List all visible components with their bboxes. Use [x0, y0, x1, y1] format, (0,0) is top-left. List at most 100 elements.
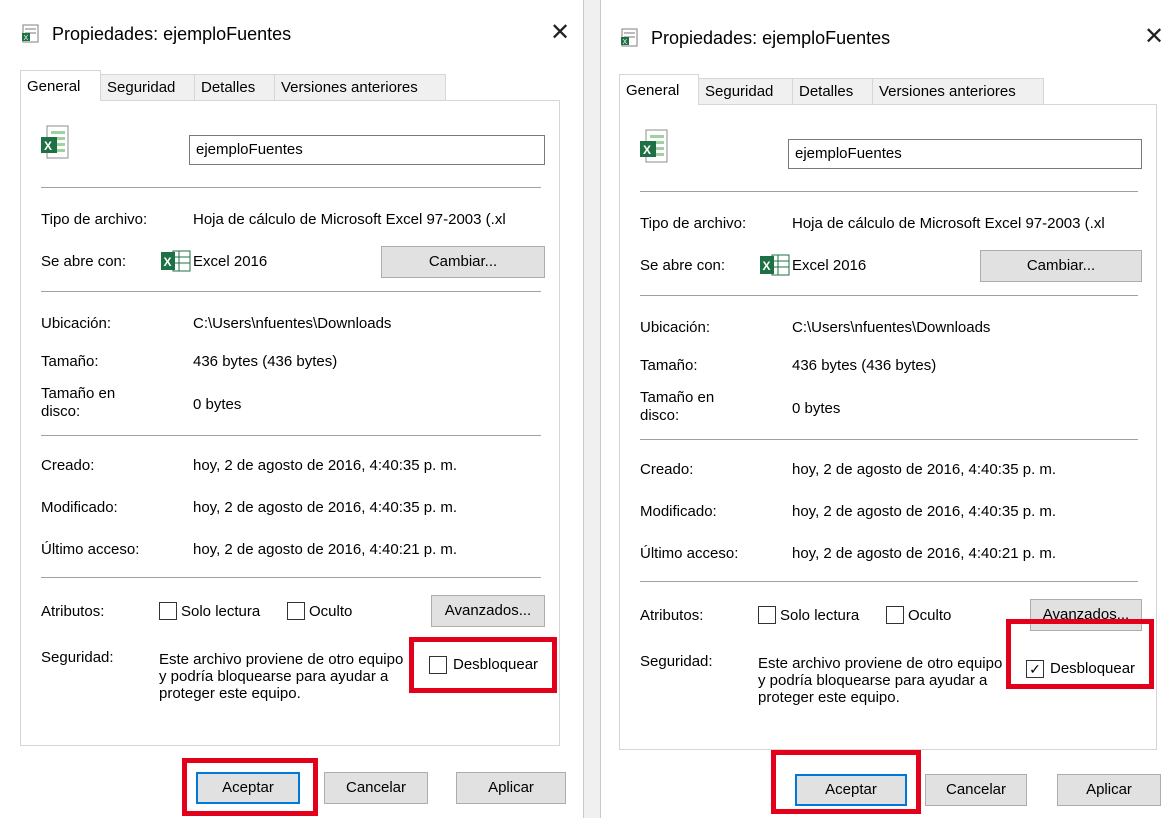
- svg-text:X: X: [44, 139, 52, 153]
- created-label: Creado:: [41, 457, 95, 474]
- highlight-box-ok: [182, 758, 318, 816]
- size-value: 436 bytes (436 bytes): [193, 353, 338, 370]
- tab-general[interactable]: General: [20, 70, 101, 101]
- file-type-value: Hoja de cálculo de Microsoft Excel 97-20…: [792, 215, 1105, 232]
- svg-text:X: X: [623, 39, 628, 46]
- svg-text:X: X: [643, 143, 651, 157]
- last-access-value: hoy, 2 de agosto de 2016, 4:40:21 p. m.: [792, 545, 1057, 562]
- created-label: Creado:: [640, 461, 694, 478]
- readonly-label: Solo lectura: [780, 607, 860, 624]
- modified-label: Modificado:: [640, 503, 717, 520]
- filename-input[interactable]: ejemploFuentes: [788, 139, 1142, 169]
- general-panel: X ejemploFuentes Tipo de archivo: Hoja d…: [20, 100, 560, 746]
- modified-label: Modificado:: [41, 499, 118, 516]
- separator: [41, 291, 541, 292]
- tab-previous-versions[interactable]: Versiones anteriores: [872, 78, 1044, 104]
- apply-button[interactable]: Aplicar: [1057, 774, 1161, 806]
- created-value: hoy, 2 de agosto de 2016, 4:40:35 p. m.: [193, 457, 458, 474]
- security-warning-text: Este archivo proviene de otro equipo y p…: [758, 655, 1003, 706]
- readonly-label: Solo lectura: [181, 603, 261, 620]
- separator: [41, 187, 541, 188]
- size-label: Tamaño:: [640, 357, 698, 374]
- close-icon[interactable]: ✕: [545, 18, 575, 48]
- opens-with-label: Se abre con:: [640, 257, 726, 274]
- size-value: 436 bytes (436 bytes): [792, 357, 937, 374]
- tab-strip: General Seguridad Detalles Versiones ant…: [619, 74, 1157, 105]
- excel-document-icon: X: [640, 129, 668, 163]
- opens-with-value: Excel 2016: [193, 253, 268, 270]
- svg-text:X: X: [24, 35, 29, 42]
- attributes-label: Atributos:: [41, 603, 105, 620]
- highlight-box-unblock: [1006, 619, 1154, 689]
- svg-text:X: X: [164, 255, 172, 269]
- title-bar: X Propiedades: ejemploFuentes ✕: [0, 0, 583, 60]
- size-on-disk-label-line2: disco:: [41, 403, 81, 420]
- location-label: Ubicación:: [640, 319, 711, 336]
- file-type-value: Hoja de cálculo de Microsoft Excel 97-20…: [193, 211, 506, 228]
- apply-button[interactable]: Aplicar: [456, 772, 566, 804]
- close-icon[interactable]: ✕: [1139, 22, 1169, 52]
- readonly-checkbox[interactable]: [758, 606, 776, 624]
- last-access-value: hoy, 2 de agosto de 2016, 4:40:21 p. m.: [193, 541, 458, 558]
- modified-value: hoy, 2 de agosto de 2016, 4:40:35 p. m.: [792, 503, 1057, 520]
- opens-with-label: Se abre con:: [41, 253, 127, 270]
- file-type-label: Tipo de archivo:: [41, 211, 148, 228]
- last-access-label: Último acceso:: [41, 541, 140, 558]
- size-label: Tamaño:: [41, 353, 99, 370]
- security-label: Seguridad:: [41, 649, 114, 666]
- filename-input[interactable]: ejemploFuentes: [189, 135, 545, 165]
- excel-document-icon: X: [621, 28, 638, 47]
- hidden-checkbox[interactable]: [287, 602, 305, 620]
- window-title: Propiedades: ejemploFuentes: [52, 24, 292, 44]
- tab-previous-versions[interactable]: Versiones anteriores: [274, 74, 446, 100]
- properties-dialog-before: X Propiedades: ejemploFuentes ✕ General …: [0, 0, 584, 818]
- change-button[interactable]: Cambiar...: [980, 250, 1142, 282]
- location-value: C:\Users\nfuentes\Downloads: [792, 319, 991, 336]
- separator: [41, 577, 541, 578]
- tab-details[interactable]: Detalles: [792, 78, 873, 104]
- hidden-label: Oculto: [309, 603, 353, 620]
- desktop-gap: [584, 0, 600, 818]
- readonly-checkbox[interactable]: [159, 602, 177, 620]
- attributes-label: Atributos:: [640, 607, 704, 624]
- created-value: hoy, 2 de agosto de 2016, 4:40:35 p. m.: [792, 461, 1057, 478]
- advanced-button[interactable]: Avanzados...: [431, 595, 545, 627]
- excel-document-icon: X: [22, 24, 39, 43]
- tab-security[interactable]: Seguridad: [100, 74, 195, 100]
- cancel-button[interactable]: Cancelar: [925, 774, 1027, 806]
- excel-document-icon: X: [41, 125, 69, 159]
- file-type-label: Tipo de archivo:: [640, 215, 747, 232]
- location-value: C:\Users\nfuentes\Downloads: [193, 315, 392, 332]
- highlight-box-unblock: [409, 637, 557, 693]
- separator: [640, 295, 1138, 296]
- excel-app-icon: X: [760, 254, 790, 276]
- separator: [640, 439, 1138, 440]
- hidden-checkbox[interactable]: [886, 606, 904, 624]
- location-label: Ubicación:: [41, 315, 112, 332]
- security-warning-text: Este archivo proviene de otro equipo y p…: [159, 651, 404, 702]
- properties-dialog-after: X Propiedades: ejemploFuentes ✕ General …: [600, 0, 1172, 818]
- general-panel: X ejemploFuentes Tipo de archivo: Hoja d…: [619, 104, 1157, 750]
- last-access-label: Último acceso:: [640, 545, 739, 562]
- change-button[interactable]: Cambiar...: [381, 246, 545, 278]
- hidden-label: Oculto: [908, 607, 952, 624]
- svg-text:X: X: [763, 259, 771, 273]
- excel-app-icon: X: [161, 250, 191, 272]
- separator: [640, 191, 1138, 192]
- tab-details[interactable]: Detalles: [194, 74, 275, 100]
- tab-security[interactable]: Seguridad: [698, 78, 793, 104]
- size-on-disk-value: 0 bytes: [792, 400, 841, 417]
- size-on-disk-label-line2: disco:: [640, 407, 680, 424]
- title-bar: X Propiedades: ejemploFuentes ✕: [601, 0, 1172, 60]
- tab-strip: General Seguridad Detalles Versiones ant…: [20, 70, 560, 101]
- modified-value: hoy, 2 de agosto de 2016, 4:40:35 p. m.: [193, 499, 458, 516]
- opens-with-value: Excel 2016: [792, 257, 867, 274]
- size-on-disk-label-line1: Tamaño en: [41, 385, 116, 402]
- window-title: Propiedades: ejemploFuentes: [651, 28, 891, 48]
- cancel-button[interactable]: Cancelar: [324, 772, 428, 804]
- size-on-disk-value: 0 bytes: [193, 396, 242, 413]
- security-label: Seguridad:: [640, 653, 713, 670]
- separator: [640, 581, 1138, 582]
- tab-general[interactable]: General: [619, 74, 699, 105]
- highlight-box-ok: [771, 750, 921, 814]
